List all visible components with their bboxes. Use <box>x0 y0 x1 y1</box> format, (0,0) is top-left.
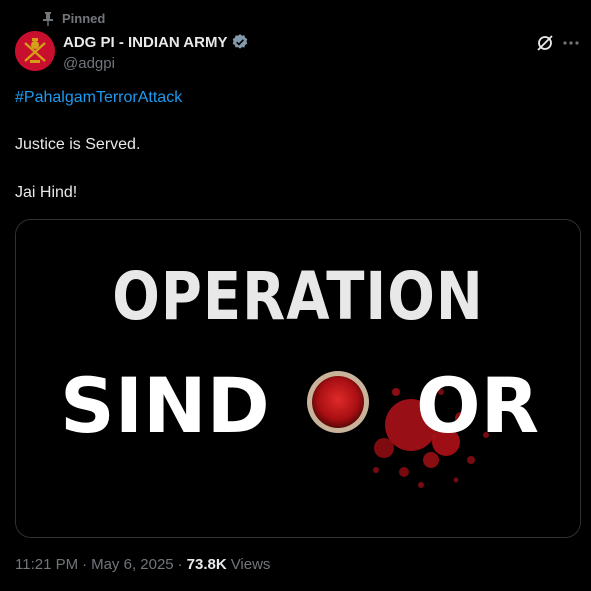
sindoor-bowl-icon <box>307 371 369 433</box>
media-title-or: OR <box>416 361 539 450</box>
tweet-time[interactable]: 11:21 PM <box>15 556 78 573</box>
tweet-date[interactable]: May 6, 2025 <box>91 556 174 573</box>
pinned-label: Pinned <box>62 11 106 26</box>
media-title-sind: SIND <box>60 361 270 450</box>
avatar[interactable] <box>15 31 55 71</box>
operation-sindoor-graphic: OPERATION SIND OR <box>16 220 580 537</box>
pinned-indicator: Pinned <box>42 11 105 26</box>
author-handle[interactable]: @adgpi <box>63 55 115 72</box>
author-name-row[interactable]: ADG PI - INDIAN ARMY <box>63 33 249 51</box>
army-emblem-icon <box>15 31 55 71</box>
meta-separator: · <box>177 556 183 573</box>
tweet-hashtag-line: #PahalgamTerrorAttack <box>15 89 182 107</box>
tweet-text-line: Jai Hind! <box>15 184 78 201</box>
meta-separator: · <box>82 556 88 573</box>
more-options-icon[interactable] <box>562 34 580 52</box>
grok-icon[interactable] <box>536 34 554 52</box>
hashtag-link[interactable]: #PahalgamTerrorAttack <box>15 89 182 106</box>
media-title-operation: OPERATION <box>112 259 483 336</box>
tweet: Pinned ADG PI - INDIAN ARMY @adgpi #Paha… <box>0 0 591 591</box>
pin-icon <box>43 11 53 26</box>
display-name[interactable]: ADG PI - INDIAN ARMY <box>63 34 227 51</box>
tweet-media-image[interactable]: OPERATION SIND OR <box>15 219 581 538</box>
views-label: Views <box>230 556 271 573</box>
verified-badge-icon <box>233 34 248 49</box>
tweet-text-line: Justice is Served. <box>15 136 141 153</box>
tweet-meta: 11:21 PM · May 6, 2025 · 73.8K Views <box>15 556 270 573</box>
views-count[interactable]: 73.8K <box>187 556 227 573</box>
